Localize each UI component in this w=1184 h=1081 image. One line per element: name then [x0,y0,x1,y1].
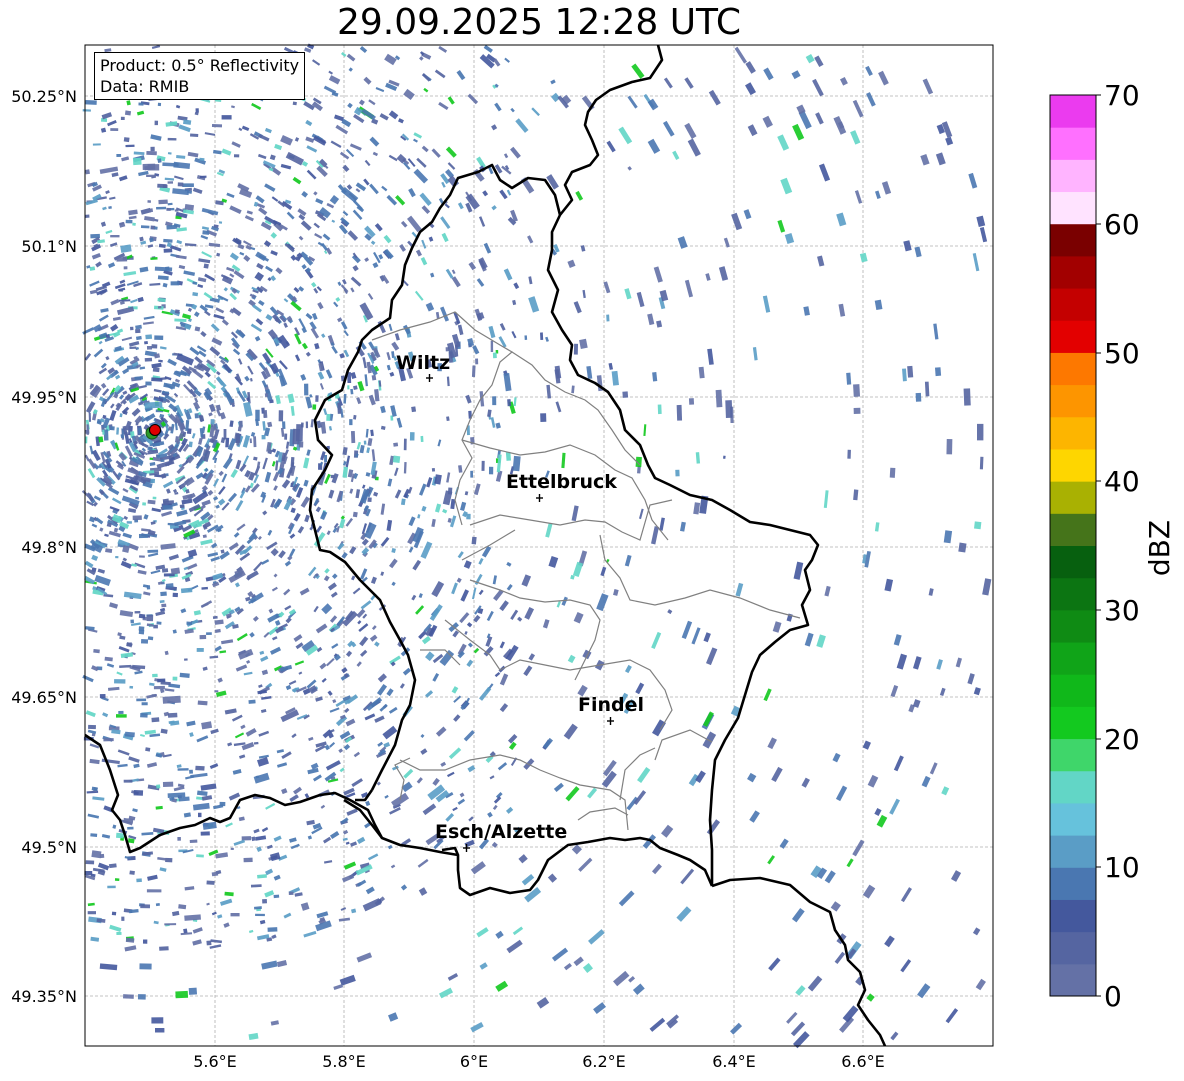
colorbar-tick-label: 50 [1104,337,1140,370]
colorbar-segment [1050,416,1096,450]
lon-tick-label: 5.8°E [322,1052,366,1071]
lat-tick-label: 49.95°N [11,388,77,407]
colorbar-segment [1050,770,1096,804]
colorbar: 0 10 20 30 40 50 60 70 dBZ [1049,79,1176,1013]
colorbar-segment [1050,674,1096,707]
colorbar-segment [1050,609,1096,643]
colorbar-tick-label: 40 [1104,465,1140,498]
colorbar-tick-label: 70 [1104,79,1140,112]
colorbar-segment [1050,352,1096,386]
colorbar-segment [1050,963,1096,997]
colorbar-tick-label: 10 [1104,851,1140,884]
colorbar-segment [1050,802,1096,836]
colorbar-segment [1050,95,1096,128]
product-info-box: Product: 0.5° Reflectivity Data: RMIB [94,52,306,100]
colorbar-segment [1050,159,1096,193]
colorbar-segment [1050,191,1096,225]
colorbar-segment [1050,255,1096,289]
data-source-line: Data: RMIB [100,77,190,96]
colorbar-segment [1050,384,1096,418]
colorbar-tick-label: 30 [1104,594,1140,627]
colorbar-segment [1050,320,1096,353]
colorbar-segment [1050,738,1096,772]
colorbar-tick-label: 20 [1104,723,1140,756]
lat-tick-label: 49.5°N [21,838,77,857]
colorbar-segment [1050,223,1096,257]
city-label-ettelbruck: Ettelbruck [506,471,617,493]
city-label-wiltz: Wiltz [396,352,450,374]
city-label-findel: Findel [578,694,644,716]
colorbar-segment [1050,835,1096,868]
colorbar-segment [1050,448,1096,482]
colorbar-segment [1050,513,1096,546]
colorbar-segment [1050,545,1096,579]
product-line: Product: 0.5° Reflectivity [100,56,300,75]
colorbar-segment [1050,481,1096,514]
radar-map: Wiltz Ettelbruck Findel Esch/Alzette 50.… [11,43,1176,1071]
colorbar-segment [1050,642,1096,675]
colorbar-tick-label: 60 [1104,208,1140,241]
lat-tick-label: 50.25°N [11,87,77,106]
colorbar-tick-label: 0 [1104,980,1122,1013]
lon-tick-label: 6.2°E [582,1052,626,1071]
colorbar-segments [1050,95,1096,997]
lat-tick-label: 50.1°N [21,237,77,256]
lat-tick-label: 49.35°N [11,987,77,1006]
colorbar-ticks [1096,94,1101,997]
colorbar-segment [1050,288,1096,321]
colorbar-segment [1050,931,1096,965]
lon-tick-label: 6°E [460,1052,488,1071]
lat-tick-label: 49.8°N [21,538,77,557]
lat-tick-label: 49.65°N [11,688,77,707]
city-label-esch: Esch/Alzette [435,821,567,843]
colorbar-segment [1050,577,1096,611]
colorbar-segment [1050,127,1096,160]
lon-tick-label: 5.6°E [193,1052,237,1071]
colorbar-label: dBZ [1143,520,1176,576]
lon-tick-label: 6.6°E [841,1052,885,1071]
colorbar-segment [1050,899,1096,933]
lon-tick-label: 6.4°E [712,1052,756,1071]
colorbar-segment [1050,867,1096,900]
colorbar-segment [1050,706,1096,740]
